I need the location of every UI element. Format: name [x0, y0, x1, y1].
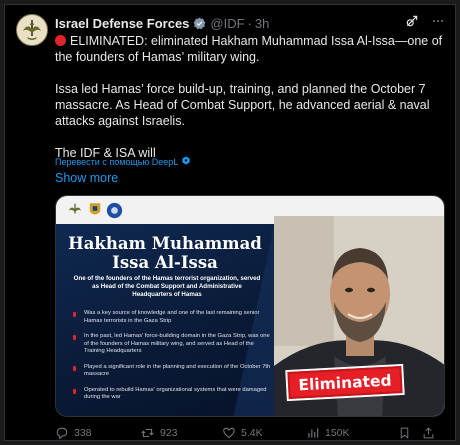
share-icon	[423, 427, 434, 439]
more-options-icon[interactable]	[431, 14, 445, 33]
separator: ·	[247, 15, 252, 31]
card-bullet: Was a key source of knowledge and one of…	[72, 310, 272, 325]
isa-emblem-icon	[89, 203, 101, 215]
like-icon	[223, 427, 235, 439]
author-handle[interactable]: @IDF	[210, 16, 244, 31]
reply-button[interactable]: 338	[55, 426, 140, 440]
translate-link[interactable]: Перевести с помощью DeepL	[55, 156, 190, 167]
views-count: 150K	[325, 427, 350, 439]
tweet-paragraph-1: ELIMINATED: eliminated Hakham Muhammad I…	[55, 34, 443, 64]
card-bullet: Operated to rebuild Hamas' organizationa…	[72, 387, 272, 402]
bookmark-icon	[400, 427, 409, 439]
reply-icon	[56, 427, 68, 440]
tweet-frame: Israel Defense Forces @IDF · 3h ELIMINAT…	[4, 4, 456, 441]
card-title: Hakham Muhammad Issa Al-Issa	[68, 234, 262, 272]
translate-label[interactable]: Перевести с помощью DeepL	[55, 157, 178, 167]
card-logos	[66, 201, 123, 219]
repost-count: 923	[160, 427, 178, 439]
verified-badge-icon	[193, 17, 206, 30]
card-bullet: Played a significant role in the plannin…	[72, 364, 272, 379]
bookmark-button[interactable]	[398, 426, 422, 440]
repost-button[interactable]: 923	[140, 426, 222, 440]
card-subtitle: One of the founders of the Hamas terrori…	[73, 275, 261, 298]
share-button[interactable]	[422, 426, 442, 440]
card-bullet-list: Was a key source of knowledge and one of…	[72, 310, 272, 410]
idf-logo-icon[interactable]	[16, 14, 48, 46]
idf-emblem-icon	[68, 203, 82, 214]
card-bullet: In the past, led Hamas' force-building d…	[72, 333, 272, 356]
like-count: 5.4K	[241, 427, 263, 439]
views-button[interactable]: 150K	[306, 426, 398, 440]
tweet-header: Israel Defense Forces @IDF · 3h	[55, 14, 269, 32]
agency-emblem-icon	[106, 202, 123, 218]
tweet-paragraph-2: Issa led Hamas’ force build-up, training…	[55, 82, 430, 128]
tweet-action-bar: 338 923 5.4K 150K	[55, 425, 449, 441]
media-card[interactable]: Hakham Muhammad Issa Al-Issa One of the …	[55, 195, 445, 417]
red-circle-icon	[55, 35, 66, 46]
header-actions	[405, 14, 445, 33]
deepl-icon	[182, 156, 190, 167]
grok-icon[interactable]	[405, 14, 419, 33]
like-button[interactable]: 5.4K	[222, 426, 306, 440]
tweet-timestamp[interactable]: 3h	[255, 16, 269, 31]
views-icon	[308, 428, 319, 438]
repost-icon	[141, 428, 154, 438]
author-name[interactable]: Israel Defense Forces	[55, 16, 189, 31]
reply-count: 338	[74, 427, 92, 439]
show-more-link[interactable]: Show more	[55, 171, 118, 185]
